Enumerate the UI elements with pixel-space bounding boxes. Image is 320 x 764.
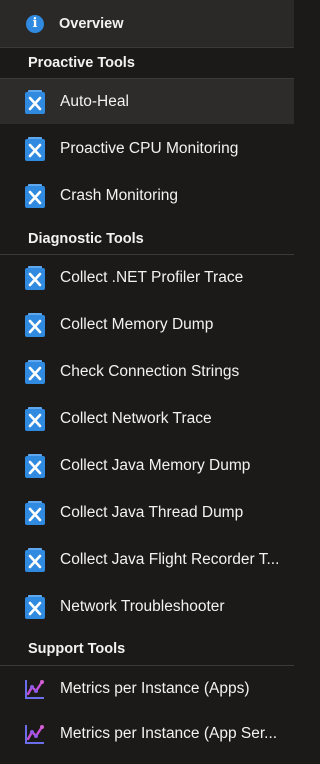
tool-icon: [25, 594, 45, 619]
nav-item-label: Metrics per Instance (App Ser...: [60, 724, 278, 742]
tool-icon: [25, 265, 45, 290]
section-header-proactive-tools: Proactive Tools: [28, 55, 135, 71]
diagnostics-nav: i Overview Proactive Tools Auto-Heal Pro…: [0, 0, 294, 764]
tool-icon: [25, 183, 45, 208]
nav-item-label: Collect Java Memory Dump: [60, 456, 251, 474]
tool-icon: [25, 136, 45, 161]
metrics-chart-icon: [25, 724, 44, 744]
overview-label: Overview: [59, 15, 124, 32]
nav-item-check-connection-strings[interactable]: Check Connection Strings: [0, 349, 294, 394]
nav-item-label: Proactive CPU Monitoring: [60, 139, 239, 157]
nav-item-collect-memory-dump[interactable]: Collect Memory Dump: [0, 302, 294, 347]
nav-item-label: Collect Java Flight Recorder T...: [60, 550, 280, 568]
nav-item-label: Auto-Heal: [60, 92, 129, 110]
nav-item-proactive-cpu-monitoring[interactable]: Proactive CPU Monitoring: [0, 126, 294, 171]
overview-item[interactable]: i Overview: [0, 0, 294, 48]
nav-item-label: Collect .NET Profiler Trace: [60, 268, 244, 286]
nav-item-auto-heal[interactable]: Auto-Heal: [0, 79, 294, 124]
tool-icon: [25, 312, 45, 337]
nav-item-label: Collect Memory Dump: [60, 315, 214, 333]
nav-item-label: Collect Network Trace: [60, 409, 212, 427]
tool-icon: [25, 500, 45, 525]
nav-item-network-troubleshooter[interactable]: Network Troubleshooter: [0, 584, 294, 629]
nav-item-collect-java-thread-dump[interactable]: Collect Java Thread Dump: [0, 490, 294, 535]
tool-icon: [25, 406, 45, 431]
nav-item-collect-net-profiler-trace[interactable]: Collect .NET Profiler Trace: [0, 255, 294, 300]
nav-item-label: Collect Java Thread Dump: [60, 503, 244, 521]
nav-item-label: Network Troubleshooter: [60, 597, 225, 615]
tool-icon: [25, 547, 45, 572]
nav-item-collect-network-trace[interactable]: Collect Network Trace: [0, 396, 294, 441]
nav-item-label: Crash Monitoring: [60, 186, 179, 204]
nav-item-label: Check Connection Strings: [60, 362, 240, 380]
nav-item-crash-monitoring[interactable]: Crash Monitoring: [0, 173, 294, 218]
tool-icon: [25, 359, 45, 384]
nav-item-metrics-per-instance-apps[interactable]: Metrics per Instance (Apps): [0, 666, 294, 711]
tool-icon: [25, 453, 45, 478]
section-header-diagnostic-tools: Diagnostic Tools: [28, 231, 144, 247]
nav-item-collect-java-memory-dump[interactable]: Collect Java Memory Dump: [0, 443, 294, 488]
nav-item-collect-java-flight-recorder-trace[interactable]: Collect Java Flight Recorder T...: [0, 537, 294, 582]
nav-item-metrics-per-instance-app-service[interactable]: Metrics per Instance (App Ser...: [0, 711, 294, 756]
section-header-support-tools: Support Tools: [28, 641, 126, 657]
metrics-chart-icon: [25, 679, 44, 699]
nav-item-label: Metrics per Instance (Apps): [60, 679, 250, 697]
tool-icon: [25, 89, 45, 114]
info-icon: i: [26, 14, 44, 33]
